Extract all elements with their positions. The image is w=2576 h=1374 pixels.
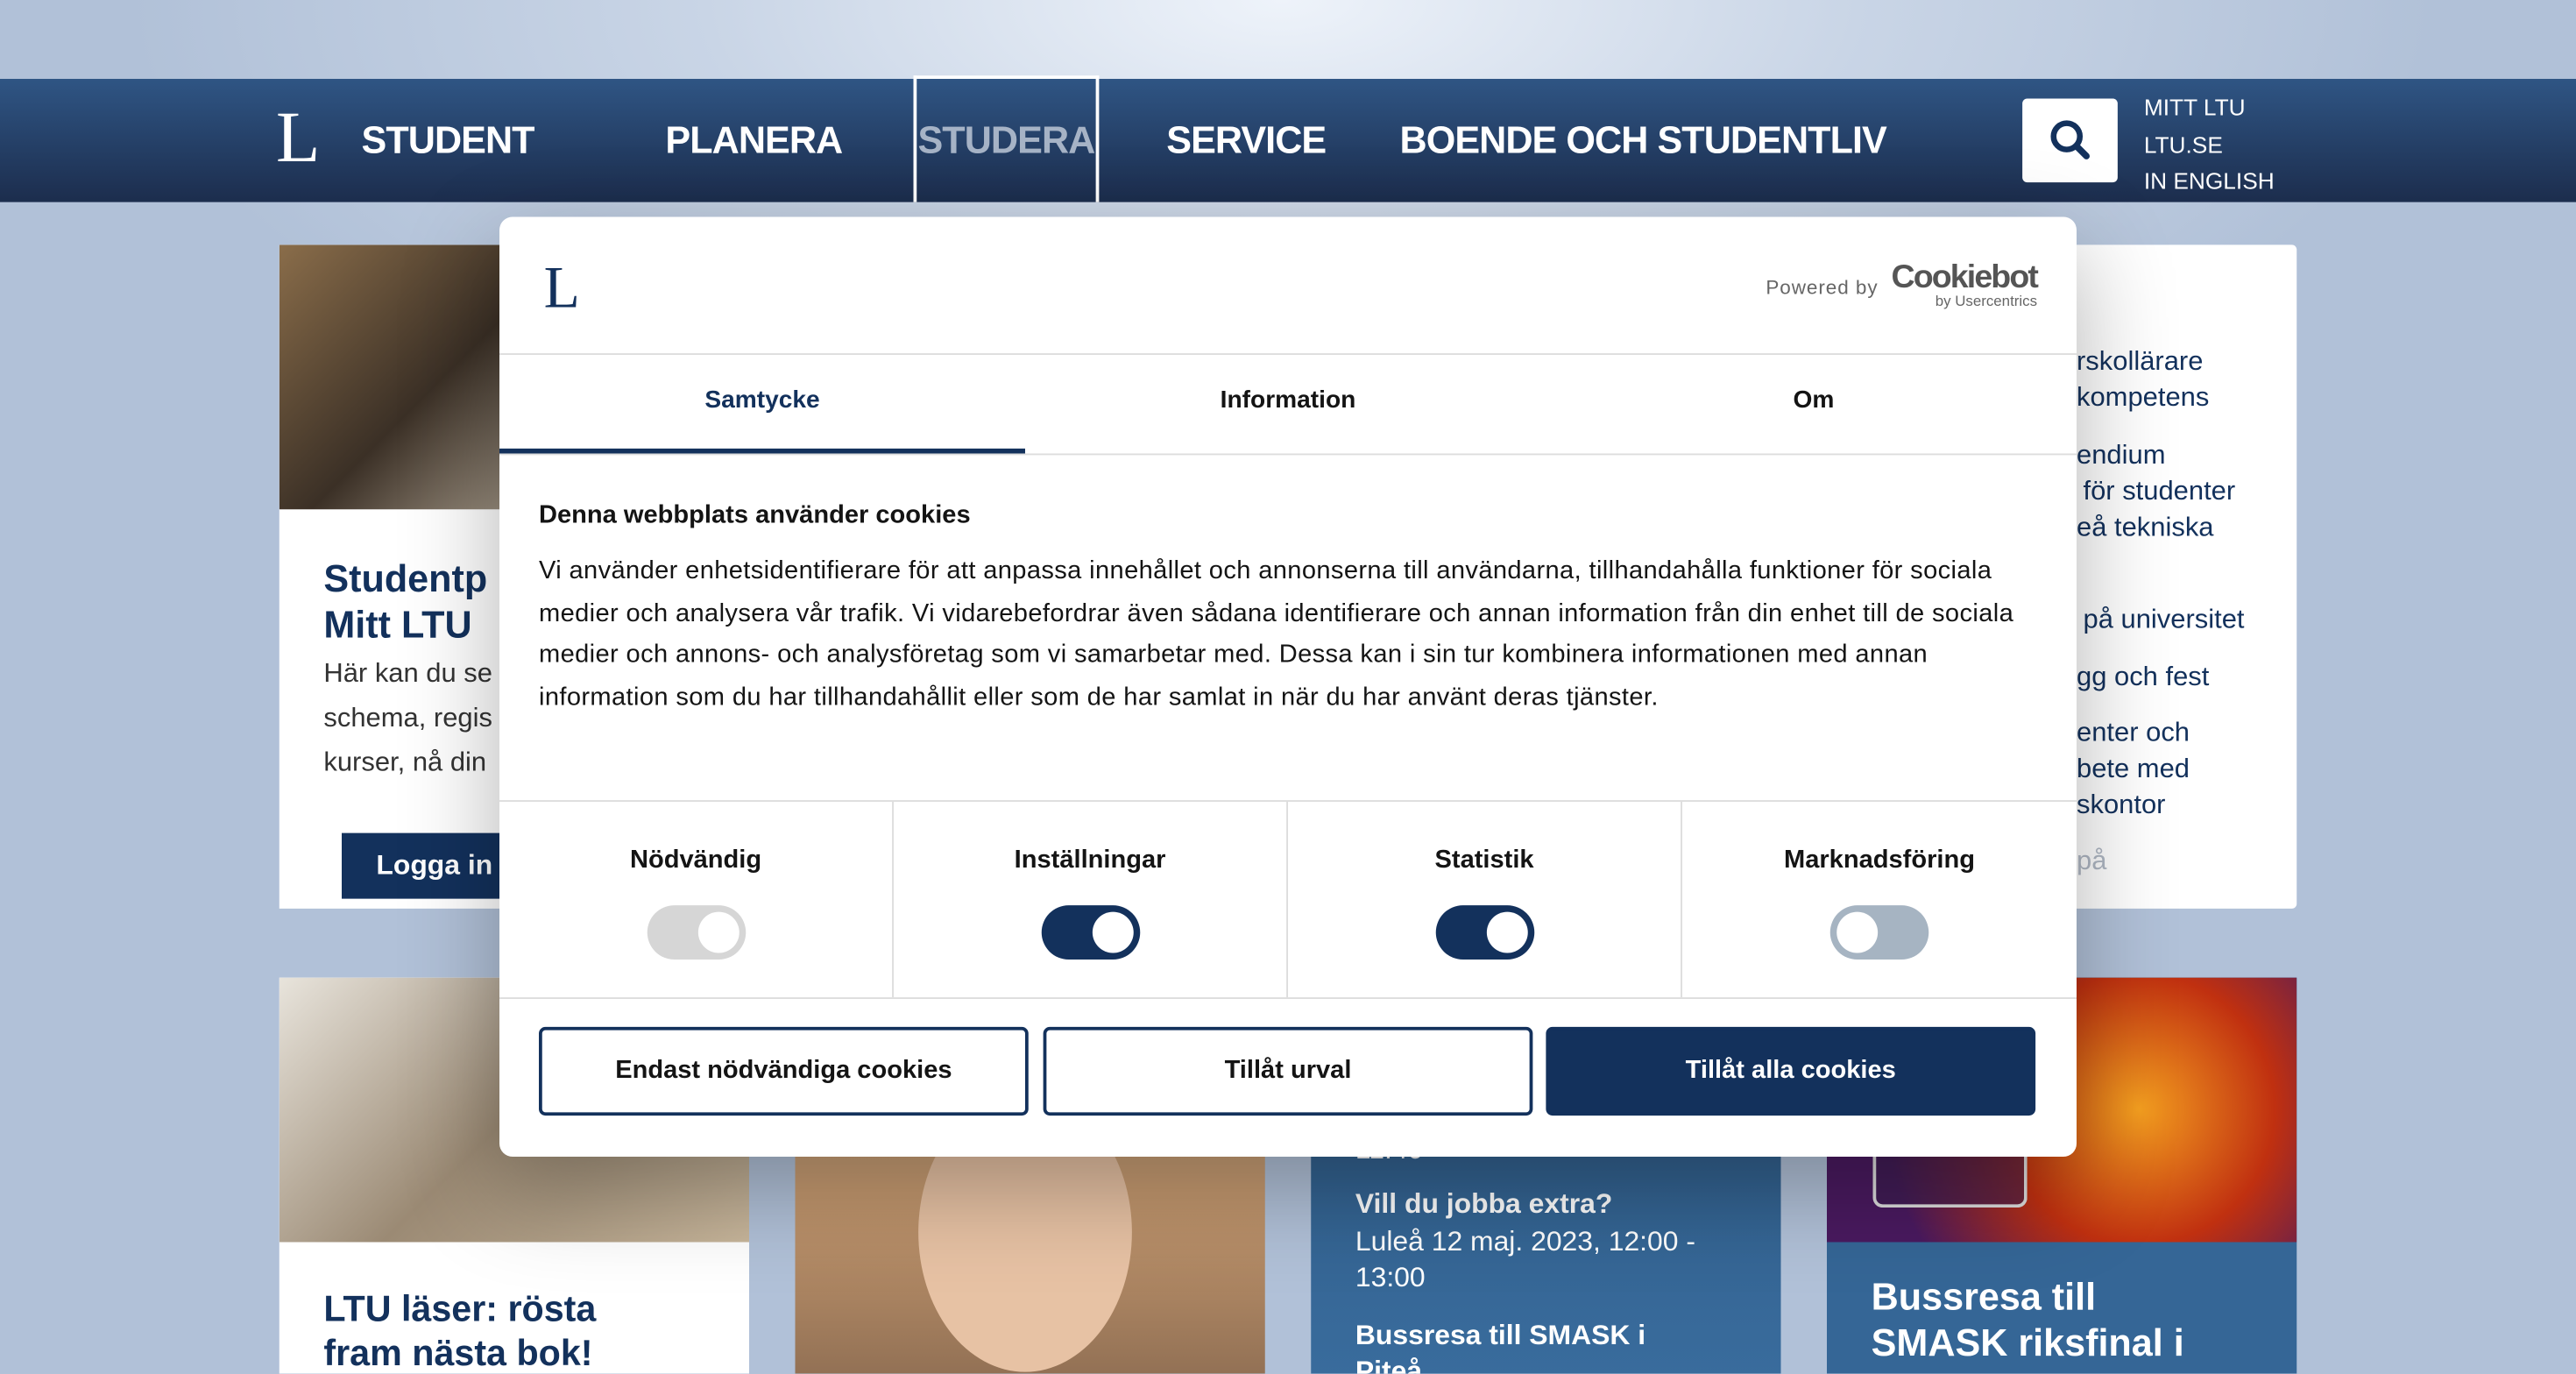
necessary-toggle[interactable] xyxy=(646,905,746,960)
card-text: schema, regis xyxy=(323,703,492,733)
search-icon xyxy=(2050,120,2090,159)
link[interactable]: eå tekniska xyxy=(2077,509,2214,545)
category-statistics: Statistik xyxy=(1288,802,1682,998)
card-title: Studentp xyxy=(323,556,488,600)
category-label: Inställningar xyxy=(1014,846,1166,875)
link-in-english[interactable]: IN ENGLISH xyxy=(2144,163,2275,200)
link[interactable]: skontor xyxy=(2077,787,2165,823)
category-label: Nödvändig xyxy=(629,846,762,875)
cookiebot-branding[interactable]: Powered by Cookiebot by Usercentrics xyxy=(1766,259,2039,308)
news-title: LTU läser: rösta xyxy=(323,1288,597,1329)
nav-studera[interactable]: STUDERA xyxy=(913,75,1100,202)
link[interactable]: enter och xyxy=(2077,715,2190,751)
ltu-logo[interactable]: L xyxy=(276,101,320,174)
link-ltu-se[interactable]: LTU.SE xyxy=(2144,125,2275,162)
link[interactable]: för studenter xyxy=(2084,473,2236,509)
top-navigation: L STUDENT PLANERA STUDERA SERVICE BOENDE… xyxy=(0,75,2576,202)
news-title-line: fram nästa bok! xyxy=(323,1332,593,1374)
dialog-body: Vi använder enhetsidentifierare för att … xyxy=(539,556,2014,712)
preferences-toggle[interactable] xyxy=(1040,905,1140,960)
nav-boende[interactable]: BOENDE OCH STUDENTLIV xyxy=(1400,118,1887,163)
card-title-line: Mitt LTU xyxy=(323,603,472,646)
link[interactable]: endium xyxy=(2077,437,2165,473)
link[interactable]: kompetens xyxy=(2077,379,2209,415)
event-title: Piteå xyxy=(1355,1355,1423,1374)
search-button[interactable] xyxy=(2022,98,2118,183)
category-marketing: Marknadsföring xyxy=(1682,802,2077,997)
divider xyxy=(499,453,2077,456)
allow-all-button[interactable]: Tillåt alla cookies xyxy=(1546,1026,2036,1116)
nav-planera[interactable]: PLANERA xyxy=(665,118,843,163)
link[interactable]: på universitet xyxy=(2084,601,2245,637)
link[interactable]: gg och fest xyxy=(2077,659,2209,695)
tab-om[interactable]: Om xyxy=(1551,353,2077,453)
card-text: kurser, nå din xyxy=(323,747,487,777)
event-title: Bussresa till SMASK i xyxy=(1355,1319,1646,1351)
link-mitt-ltu[interactable]: MITT LTU xyxy=(2144,89,2275,125)
event-meta: Luleå 12 maj. 2023, 12:00 - xyxy=(1355,1225,1695,1257)
statistics-toggle[interactable] xyxy=(1434,905,1534,960)
tab-information[interactable]: Information xyxy=(1025,353,1551,453)
event-meta: 13:00 xyxy=(1355,1262,1426,1293)
category-preferences: Inställningar xyxy=(894,802,1288,998)
smask-title: Bussresa till xyxy=(1871,1275,2097,1318)
category-label: Marknadsföring xyxy=(1783,846,1975,875)
category-necessary: Nödvändig xyxy=(499,802,894,998)
card-text: Här kan du se xyxy=(323,658,493,689)
link[interactable]: rskollärare xyxy=(2077,344,2203,379)
divider xyxy=(499,997,2077,999)
cookie-consent-dialog: L Powered by Cookiebot by Usercentrics Sa… xyxy=(499,216,2077,1157)
allow-selection-button[interactable]: Tillåt urval xyxy=(1043,1026,1533,1116)
dialog-heading: Denna webbplats använder cookies xyxy=(539,500,971,529)
tab-samtycke[interactable]: Samtycke xyxy=(499,353,1025,454)
smask-title: SMASK riksfinal i xyxy=(1871,1321,2184,1364)
link[interactable]: bete med xyxy=(2077,751,2190,787)
ltu-logo: L xyxy=(543,254,580,321)
powered-by-label: Powered by xyxy=(1766,276,1879,300)
necessary-only-button[interactable]: Endast nödvändiga cookies xyxy=(539,1026,1029,1116)
link[interactable]: på xyxy=(2077,843,2106,879)
category-label: Statistik xyxy=(1434,846,1534,875)
marketing-toggle[interactable] xyxy=(1829,905,1929,960)
nav-student[interactable]: STUDENT xyxy=(362,118,535,163)
event-title: Vill du jobba extra? xyxy=(1355,1187,1613,1220)
nav-service[interactable]: SERVICE xyxy=(1166,118,1327,163)
